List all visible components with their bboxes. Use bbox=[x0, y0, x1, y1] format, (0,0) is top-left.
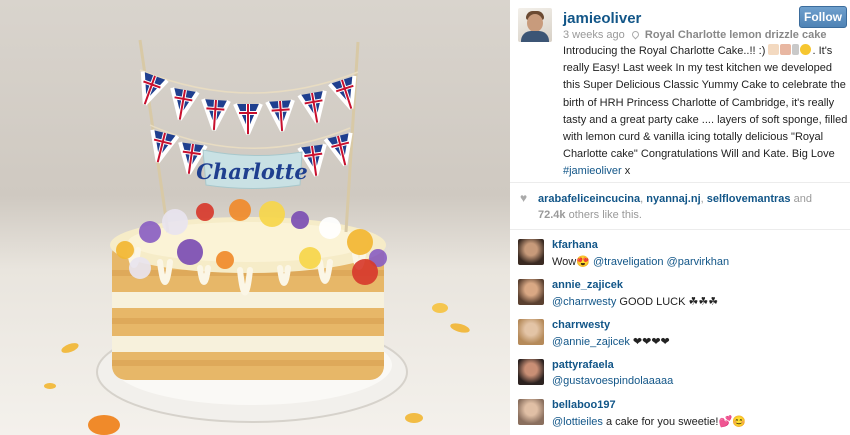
post-time[interactable]: 3 weeks ago bbox=[563, 29, 625, 41]
banner-text: Charlotte bbox=[196, 159, 307, 184]
union-jack-flag bbox=[265, 99, 295, 132]
liker-2[interactable]: nyannaj.nj bbox=[646, 193, 700, 205]
cake-icon bbox=[768, 44, 780, 55]
commenter-username[interactable]: annie_zajicek bbox=[552, 279, 623, 291]
author-username[interactable]: jamieoliver bbox=[563, 10, 641, 27]
commenter-avatar[interactable] bbox=[518, 399, 544, 425]
edible-flower bbox=[319, 217, 341, 239]
comment-mention[interactable]: @gustavoespindolaaaaa bbox=[552, 375, 673, 387]
edible-flower bbox=[177, 239, 203, 265]
commenter-username[interactable]: charrwesty bbox=[552, 319, 610, 331]
edible-flower bbox=[196, 203, 214, 221]
comment-mention[interactable]: @lottieiles bbox=[552, 416, 603, 428]
commenter-avatar[interactable] bbox=[518, 359, 544, 385]
union-jack-flag bbox=[233, 103, 263, 135]
post-photo[interactable]: Charlotte bbox=[0, 0, 510, 435]
commenter-username[interactable]: pattyrafaela bbox=[552, 359, 614, 371]
liker-3[interactable]: selflovemantras bbox=[707, 193, 791, 205]
edible-flower bbox=[259, 201, 285, 227]
comment-text: @lottieiles a cake for you sweetie!💕😊 bbox=[552, 416, 746, 428]
edible-flower bbox=[291, 211, 309, 229]
union-jack-flag bbox=[201, 98, 231, 131]
likes-section: ♥ arabafeliceincucina, nyannaj.nj, selfl… bbox=[510, 183, 850, 228]
union-jack-flag bbox=[297, 90, 327, 124]
union-jack-flag bbox=[170, 87, 200, 121]
likes-text: arabafeliceincucina, nyannaj.nj, selflov… bbox=[538, 193, 812, 221]
caption-intro: Introducing the Royal Charlotte Cake..!!… bbox=[563, 45, 766, 57]
post-header: jamieoliver Follow 3 weeks ago Royal Cha… bbox=[510, 0, 850, 182]
location-pin-icon bbox=[630, 29, 641, 40]
comment-mention[interactable]: @parvirkhan bbox=[667, 256, 730, 268]
caption-hashtag[interactable]: #jamieoliver bbox=[563, 165, 622, 177]
comment-item: kfarhana Wow😍 @traveligation @parvirkhan bbox=[510, 235, 850, 275]
comment-text: @charrwesty GOOD LUCK ☘☘☘ bbox=[552, 296, 719, 308]
commenter-avatar[interactable] bbox=[518, 239, 544, 265]
union-jack-flag bbox=[150, 129, 180, 164]
edible-flower bbox=[139, 221, 161, 243]
comment-item: charrwesty @annie_zajicek ❤❤❤❤ bbox=[510, 315, 850, 355]
edible-flower bbox=[162, 209, 188, 235]
comment-mention[interactable]: @traveligation bbox=[593, 256, 663, 268]
grin-emoji-icon bbox=[800, 44, 812, 55]
author-avatar[interactable] bbox=[518, 8, 552, 42]
follow-button[interactable]: Follow bbox=[799, 6, 847, 28]
cake-illustration: Charlotte bbox=[44, 39, 470, 435]
caption-end: x bbox=[621, 165, 631, 178]
caption-body: It's really Easy! Last week In my test k… bbox=[563, 45, 848, 161]
post-side-panel: jamieoliver Follow 3 weeks ago Royal Cha… bbox=[510, 0, 850, 435]
edible-flower bbox=[229, 199, 251, 221]
comment-text: @gustavoespindolaaaaa bbox=[552, 375, 673, 387]
edible-flower bbox=[347, 229, 373, 255]
edible-flower bbox=[216, 251, 234, 269]
name-banner: Charlotte bbox=[196, 149, 308, 189]
comment-mention[interactable]: @charrwesty bbox=[552, 296, 616, 308]
comment-text: @annie_zajicek ❤❤❤❤ bbox=[552, 336, 670, 348]
likes-count[interactable]: 72.4k bbox=[538, 209, 566, 221]
commenter-avatar[interactable] bbox=[518, 319, 544, 345]
post-location[interactable]: Royal Charlotte lemon drizzle cake bbox=[645, 29, 827, 41]
heart-icon[interactable]: ♥ bbox=[520, 192, 531, 204]
post-meta: 3 weeks ago Royal Charlotte lemon drizzl… bbox=[563, 29, 826, 41]
comment-text: Wow😍 @traveligation @parvirkhan bbox=[552, 256, 730, 268]
union-jack-flag bbox=[328, 75, 357, 110]
edible-flower bbox=[299, 247, 321, 269]
comment-item: bellaboo197 @lottieiles a cake for you sw… bbox=[510, 395, 850, 435]
edible-flower bbox=[116, 241, 134, 259]
divider bbox=[510, 229, 850, 230]
liker-1[interactable]: arabafeliceincucina bbox=[538, 193, 640, 205]
edible-flower bbox=[129, 257, 151, 279]
commenter-avatar[interactable] bbox=[518, 279, 544, 305]
comment-mention[interactable]: @annie_zajicek bbox=[552, 336, 630, 348]
commenter-username[interactable]: bellaboo197 bbox=[552, 399, 616, 411]
commenter-username[interactable]: kfarhana bbox=[552, 239, 598, 251]
post-caption: Introducing the Royal Charlotte Cake..!!… bbox=[563, 44, 848, 178]
cutlery-icon bbox=[792, 44, 800, 55]
edible-flower bbox=[352, 259, 378, 285]
comment-item: pattyrafaela @gustavoespindolaaaaa bbox=[510, 355, 850, 395]
birthday-cake-icon bbox=[780, 44, 792, 55]
comment-item: annie_zajicek @charrwesty GOOD LUCK ☘☘☘ bbox=[510, 275, 850, 315]
